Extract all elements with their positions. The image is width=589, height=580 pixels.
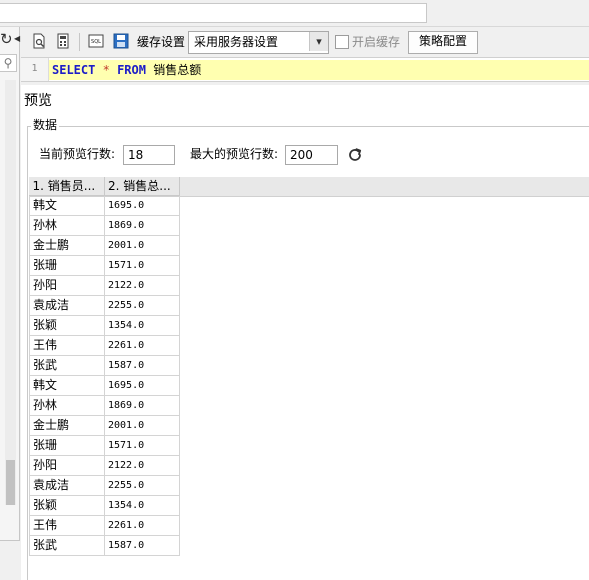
salesperson-cell[interactable]: 王伟	[29, 515, 105, 536]
salesperson-cell[interactable]: 张颖	[29, 315, 105, 336]
sql-table-name: 销售总额	[153, 63, 202, 77]
calculator-icon[interactable]	[55, 33, 71, 49]
cache-select-value: 采用服务器设置	[194, 35, 279, 49]
total-sales-cell[interactable]: 1695.0	[104, 195, 180, 216]
total-sales-cell[interactable]: 2001.0	[104, 415, 180, 436]
table-row[interactable]: 金士鹏 2001.0	[29, 235, 180, 256]
table-row[interactable]: 张珊 1571.0	[29, 435, 180, 456]
total-sales-cell[interactable]: 2261.0	[104, 335, 180, 356]
column-header-salesperson[interactable]: 1. 销售员...	[29, 177, 105, 196]
table-row[interactable]: 孙林 1869.0	[29, 395, 180, 416]
total-sales-cell[interactable]: 1571.0	[104, 255, 180, 276]
left-scrollbar-thumb[interactable]	[6, 460, 15, 505]
left-panel-footer	[0, 540, 20, 580]
sql-editor[interactable]: 1 SELECT * FROM 销售总额	[21, 57, 589, 82]
table-row[interactable]: 孙林 1869.0	[29, 215, 180, 236]
total-sales-cell[interactable]: 2001.0	[104, 235, 180, 256]
max-rows-input[interactable]: 200	[285, 145, 338, 165]
preview-table: 1. 销售员... 2. 销售总... 韩文 1695.0 孙林 1869.0 金士鹏 2…	[29, 177, 180, 556]
save-sql-icon[interactable]	[113, 33, 129, 49]
total-sales-cell[interactable]: 1571.0	[104, 435, 180, 456]
salesperson-cell[interactable]: 孙阳	[29, 455, 105, 476]
salesperson-cell[interactable]: 张珊	[29, 435, 105, 456]
table-header-row: 1. 销售员... 2. 销售总...	[29, 177, 180, 196]
sql-keyword-select: SELECT	[52, 63, 96, 77]
salesperson-cell[interactable]: 张颖	[29, 495, 105, 516]
preview-page-icon[interactable]	[31, 33, 47, 49]
total-sales-cell[interactable]: 1695.0	[104, 375, 180, 396]
column-header-total-sales[interactable]: 2. 销售总...	[104, 177, 180, 196]
salesperson-cell[interactable]: 张武	[29, 535, 105, 556]
total-sales-cell[interactable]: 2255.0	[104, 475, 180, 496]
left-scrollbar[interactable]	[5, 80, 16, 505]
total-sales-cell[interactable]: 2122.0	[104, 275, 180, 296]
table-row[interactable]: 张颖 1354.0	[29, 315, 180, 336]
left-search-icon[interactable]: ⚲	[0, 54, 17, 72]
sql-line-1[interactable]: SELECT * FROM 销售总额	[49, 60, 589, 80]
total-sales-cell[interactable]: 2255.0	[104, 295, 180, 316]
salesperson-cell[interactable]: 孙林	[29, 395, 105, 416]
svg-text:SQL: SQL	[91, 39, 101, 45]
left-refresh-icon[interactable]: ↻	[0, 29, 13, 49]
table-row[interactable]: 张颖 1354.0	[29, 495, 180, 516]
total-sales-cell[interactable]: 1869.0	[104, 215, 180, 236]
total-sales-cell[interactable]: 1354.0	[104, 315, 180, 336]
salesperson-cell[interactable]: 韩文	[29, 375, 105, 396]
salesperson-cell[interactable]: 金士鹏	[29, 235, 105, 256]
table-row[interactable]: 孙阳 2122.0	[29, 275, 180, 296]
preview-title: 预览	[24, 93, 52, 109]
table-row[interactable]: 张珊 1571.0	[29, 255, 180, 276]
salesperson-cell[interactable]: 金士鹏	[29, 415, 105, 436]
table-row[interactable]: 金士鹏 2001.0	[29, 415, 180, 436]
salesperson-cell[interactable]: 张珊	[29, 255, 105, 276]
table-row[interactable]: 张武 1587.0	[29, 355, 180, 376]
table-row[interactable]: 袁成洁 2255.0	[29, 295, 180, 316]
data-group-label: 数据	[31, 117, 60, 133]
table-row[interactable]: 张武 1587.0	[29, 535, 180, 556]
max-rows-label: 最大的预览行数:	[190, 147, 279, 161]
sql-star: *	[102, 63, 110, 77]
salesperson-cell[interactable]: 王伟	[29, 335, 105, 356]
enable-cache-checkbox[interactable]	[335, 35, 349, 49]
sql-format-icon[interactable]: SQL	[88, 33, 104, 49]
table-row[interactable]: 王伟 2261.0	[29, 515, 180, 536]
table-row[interactable]: 韩文 1695.0	[29, 375, 180, 396]
toolbar-separator	[79, 33, 80, 51]
total-sales-cell[interactable]: 1587.0	[104, 355, 180, 376]
top-search-input[interactable]	[0, 3, 427, 23]
cache-settings-select[interactable]: 采用服务器设置 ▾	[188, 31, 329, 54]
salesperson-cell[interactable]: 孙林	[29, 215, 105, 236]
refresh-icon[interactable]	[346, 146, 364, 164]
total-sales-cell[interactable]: 1587.0	[104, 535, 180, 556]
line-number-gutter: 1	[21, 58, 49, 81]
table-body: 韩文 1695.0 孙林 1869.0 金士鹏 2001.0 张珊 1571.0 孙阳 2122.…	[29, 195, 180, 556]
salesperson-cell[interactable]: 袁成洁	[29, 475, 105, 496]
sql-keyword-from: FROM	[117, 63, 146, 77]
dataset-toolbar: SQL 缓存设置 采用服务器设置 ▾ 开启缓存 策略配置	[21, 27, 589, 57]
current-rows-label: 当前预览行数:	[39, 147, 116, 161]
table-row[interactable]: 王伟 2261.0	[29, 335, 180, 356]
total-sales-cell[interactable]: 1354.0	[104, 495, 180, 516]
strategy-config-button[interactable]: 策略配置	[408, 31, 478, 54]
cache-settings-label: 缓存设置	[137, 35, 186, 49]
table-row[interactable]: 袁成洁 2255.0	[29, 475, 180, 496]
salesperson-cell[interactable]: 袁成洁	[29, 295, 105, 316]
enable-cache-label: 开启缓存	[352, 35, 401, 49]
total-sales-cell[interactable]: 2261.0	[104, 515, 180, 536]
salesperson-cell[interactable]: 张武	[29, 355, 105, 376]
total-sales-cell[interactable]: 2122.0	[104, 455, 180, 476]
collapse-panel-icon[interactable]: ◀	[14, 29, 20, 49]
salesperson-cell[interactable]: 孙阳	[29, 275, 105, 296]
table-row[interactable]: 韩文 1695.0	[29, 195, 180, 216]
chevron-down-icon[interactable]: ▾	[309, 32, 328, 51]
salesperson-cell[interactable]: 韩文	[29, 195, 105, 216]
table-row[interactable]: 孙阳 2122.0	[29, 455, 180, 476]
total-sales-cell[interactable]: 1869.0	[104, 395, 180, 416]
current-rows-input[interactable]: 18	[123, 145, 175, 165]
